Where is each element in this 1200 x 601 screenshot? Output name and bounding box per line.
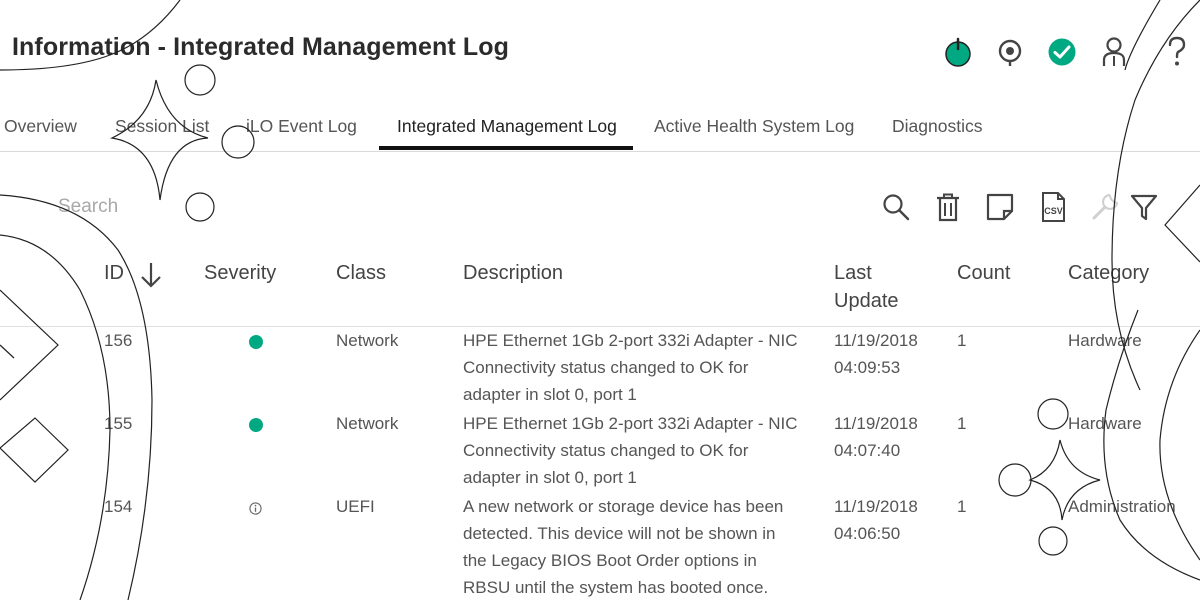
row-time: 04:06:50 (834, 524, 901, 543)
description-line: A new network or storage device has been (463, 497, 784, 516)
delete-icon[interactable] (931, 190, 965, 224)
row-last-update: 11/19/2018 04:06:50 (834, 493, 944, 547)
row-count: 1 (957, 414, 967, 433)
row-class: Network (336, 331, 399, 350)
tabs-divider (0, 151, 1200, 152)
column-header-class[interactable]: Class (336, 259, 386, 287)
row-category: Administration (1068, 497, 1176, 516)
user-icon[interactable] (1099, 36, 1129, 68)
row-count: 1 (957, 331, 967, 350)
row-date: 11/19/2018 (834, 497, 918, 516)
help-icon[interactable] (1162, 36, 1192, 68)
csv-label: CSV (1044, 206, 1063, 216)
severity-ok-icon (249, 418, 263, 432)
row-date: 11/19/2018 (834, 414, 918, 433)
column-header-description[interactable]: Description (463, 259, 563, 287)
search-icon[interactable] (879, 190, 913, 224)
severity-ok-icon (249, 335, 263, 349)
row-id: 156 (104, 331, 133, 350)
arrow-down-icon[interactable] (140, 262, 162, 296)
power-icon[interactable] (943, 36, 973, 68)
row-last-update: 11/19/2018 04:07:40 (834, 410, 944, 464)
note-icon[interactable] (983, 190, 1017, 224)
row-class: UEFI (336, 497, 375, 516)
header-actions (0, 36, 1200, 70)
row-class: Network (336, 414, 399, 433)
description-line: the Legacy BIOS Boot Order options in (463, 551, 757, 570)
column-header-category[interactable]: Category (1068, 259, 1149, 287)
tab-active-health-system-log[interactable]: Active Health System Log (654, 116, 854, 137)
column-header-id[interactable]: ID (104, 259, 124, 287)
filter-icon[interactable] (1127, 190, 1161, 224)
tab-diagnostics[interactable]: Diagnostics (892, 116, 982, 137)
row-time: 04:07:40 (834, 441, 901, 460)
table-row[interactable]: 154 UEFI A new network or storage device… (0, 493, 1200, 600)
locate-icon[interactable] (995, 36, 1025, 68)
row-category: Hardware (1068, 331, 1142, 350)
row-id: 155 (104, 414, 133, 433)
tab-ilo-event-log[interactable]: iLO Event Log (246, 116, 357, 137)
description-line: Connectivity status changed to OK for (463, 441, 749, 460)
column-header-last-update-line1: Last (834, 262, 872, 284)
tab-session-list[interactable]: Session List (115, 116, 209, 137)
search-input[interactable] (58, 194, 338, 220)
description-line: detected. This device will not be shown … (463, 524, 776, 543)
row-description: HPE Ethernet 1Gb 2-port 332i Adapter - N… (463, 410, 823, 491)
wrench-icon[interactable] (1088, 190, 1122, 224)
row-date: 11/19/2018 (834, 331, 918, 350)
column-header-count[interactable]: Count (957, 259, 1010, 287)
tab-integrated-management-log[interactable]: Integrated Management Log (397, 116, 617, 137)
row-id: 154 (104, 497, 133, 516)
row-last-update: 11/19/2018 04:09:53 (834, 327, 944, 381)
column-header-severity[interactable]: Severity (204, 259, 276, 287)
description-line: HPE Ethernet 1Gb 2-port 332i Adapter - N… (463, 414, 798, 433)
description-line: RBSU until the system has booted once. (463, 578, 769, 597)
table-row[interactable]: 155 Network HPE Ethernet 1Gb 2-port 332i… (0, 410, 1200, 492)
tab-overview[interactable]: Overview (4, 116, 77, 137)
table-row[interactable]: 156 Network HPE Ethernet 1Gb 2-port 332i… (0, 327, 1200, 409)
tab-bar: Overview Session List iLO Event Log Inte… (0, 108, 1200, 152)
health-ok-icon[interactable] (1047, 36, 1077, 68)
row-count: 1 (957, 497, 967, 516)
column-header-last-update[interactable]: Last Update (834, 259, 899, 315)
description-line: adapter in slot 0, port 1 (463, 468, 637, 487)
description-line: adapter in slot 0, port 1 (463, 385, 637, 404)
column-header-last-update-line2: Update (834, 290, 899, 312)
row-time: 04:09:53 (834, 358, 901, 377)
description-line: Connectivity status changed to OK for (463, 358, 749, 377)
severity-info-icon (249, 502, 262, 515)
csv-icon[interactable]: CSV (1036, 190, 1070, 224)
row-category: Hardware (1068, 414, 1142, 433)
row-description: HPE Ethernet 1Gb 2-port 332i Adapter - N… (463, 327, 823, 408)
active-tab-indicator (379, 146, 633, 150)
row-description: A new network or storage device has been… (463, 493, 823, 601)
description-line: HPE Ethernet 1Gb 2-port 332i Adapter - N… (463, 331, 798, 350)
